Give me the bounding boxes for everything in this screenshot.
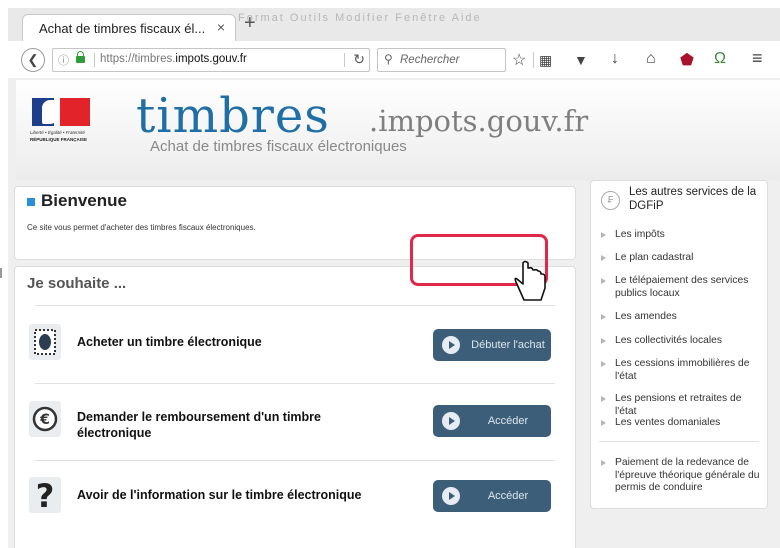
reload-separator [344, 53, 345, 67]
sidebar-link[interactable]: Les amendes [601, 311, 761, 324]
reading-list-icon[interactable]: ▦ [539, 52, 552, 69]
welcome-text: Ce site vous permet d'acheter des timbre… [27, 223, 256, 232]
url-separator [94, 53, 95, 67]
sidebar-link-label: Les ventes domaniales [615, 417, 721, 428]
reload-icon[interactable]: ↻ [353, 51, 365, 68]
new-tab-icon[interactable]: + [244, 12, 256, 35]
svg-text:€: € [39, 412, 50, 428]
row-label: Demander le remboursement d'un timbre él… [77, 410, 322, 440]
tab-close-icon[interactable]: × [217, 19, 225, 35]
row-label: Avoir de l'information sur le timbre éle… [77, 488, 362, 502]
info-access-button[interactable]: Accéder [433, 480, 551, 512]
row-label: Acheter un timbre électronique [77, 335, 262, 349]
wish-heading: Je souhaite ... [27, 275, 127, 292]
button-label: Accéder [487, 415, 529, 427]
question-icon: ? [29, 477, 61, 515]
extension-icon[interactable]: Ω [714, 50, 726, 68]
welcome-title-text: Bienvenue [41, 191, 127, 210]
stamp-icon [29, 324, 61, 360]
search-placeholder: Rechercher [400, 54, 460, 66]
lock-icon[interactable] [76, 51, 85, 63]
sidebar-link-label: Les amendes [615, 311, 677, 322]
sidebar-link[interactable]: Les cessions immobilières de l'état [601, 358, 761, 383]
mouse-pointer-icon [514, 260, 546, 301]
url-prefix: https://timbres. [100, 53, 176, 65]
home-icon[interactable]: ⌂ [646, 50, 656, 68]
button-label: Débuter l'achat [471, 339, 545, 351]
sidebar-link-label: Les pensions et retraites de l'état [615, 393, 742, 417]
ublock-icon[interactable]: ⬟ [680, 50, 694, 70]
flag-motto: Liberté • Égalité • Fraternité [30, 130, 85, 135]
nav-toolbar: ❮ ⓘ https://timbres.impots.gouv.fr ↻ ⚲ R… [8, 41, 780, 79]
search-bar[interactable]: ⚲ Rechercher [377, 48, 506, 72]
menubar-ghost-text: Format Outils Modifier Fenêtre Aide [238, 12, 482, 24]
republique-logo [32, 98, 90, 126]
pocket-icon[interactable]: ▼ [574, 52, 588, 68]
site-banner: Liberté • Égalité • Fraternité RÉPUBLIQU… [16, 80, 780, 181]
start-purchase-button[interactable]: Débuter l'achat [433, 329, 551, 361]
page-content: Liberté • Égalité • Fraternité RÉPUBLIQU… [8, 78, 780, 548]
sidebar-link-label: Les impôts [615, 229, 665, 240]
play-icon [442, 487, 460, 505]
sidebar-link-label: Le plan cadastral [615, 252, 694, 263]
sidebar-link[interactable]: Le télépaiement des services publics loc… [601, 275, 761, 300]
refund-access-button[interactable]: Accéder [433, 405, 551, 437]
sidebar-title: Les autres services de la DGFiP [629, 186, 757, 212]
sidebar-link[interactable]: Paiement de la redevance de l'épreuve th… [601, 457, 761, 495]
url-domain: impots.gouv.fr [175, 53, 247, 65]
sidebar-link[interactable]: Les collectivités locales [601, 335, 761, 348]
sidebar-link-label: Le télépaiement des services publics loc… [615, 275, 749, 299]
bookmark-star-icon[interactable]: ☆ [512, 50, 526, 70]
site-domain: .impots.gouv.fr [369, 104, 589, 138]
search-icon: ⚲ [384, 52, 393, 66]
browser-window: Format Outils Modifier Fenêtre Aide Acha… [0, 0, 780, 548]
url-text[interactable]: https://timbres.impots.gouv.fr [100, 53, 247, 65]
flag-red [60, 98, 90, 126]
sidebar-link-label: Les collectivités locales [615, 335, 723, 346]
play-icon [442, 412, 460, 430]
divider [35, 460, 555, 461]
menu-icon[interactable]: ≡ [752, 48, 763, 69]
sidebar-link[interactable]: Les impôts [601, 229, 761, 242]
welcome-title: Bienvenue [27, 191, 127, 211]
square-bullet-icon [27, 197, 35, 206]
marianne-logo [42, 100, 58, 124]
back-arrow-icon[interactable]: ❮ [21, 48, 45, 72]
franc-coin-icon: ₣ [601, 191, 620, 210]
tab-title: Achat de timbres fiscaux él... [39, 21, 206, 36]
tab-bar: Format Outils Modifier Fenêtre Aide Acha… [8, 8, 780, 42]
sidebar-link[interactable]: Le plan cadastral [601, 252, 761, 265]
sidebar-link[interactable]: Les pensions et retraites de l'état [601, 393, 761, 418]
divider [35, 383, 555, 384]
download-icon[interactable]: ↓ [611, 50, 619, 68]
play-icon [442, 336, 460, 354]
url-bar[interactable]: ⓘ https://timbres.impots.gouv.fr ↻ [52, 48, 370, 72]
sidebar-link-label: Paiement de la redevance de l'épreuve th… [615, 457, 760, 493]
sidebar-panel: ₣ Les autres services de la DGFiP Les im… [590, 180, 768, 509]
toolbar-icons: ☆ ▦ ▼ ↓ ⌂ ⬟ Ω ≡ [512, 48, 780, 72]
sidebar-divider [599, 441, 759, 442]
euro-icon: € [29, 401, 61, 437]
site-subtitle: Achat de timbres fiscaux électroniques [150, 138, 407, 155]
sidebar-link-label: Les cessions immobilières de l'état [615, 358, 750, 382]
browser-tab[interactable]: Achat de timbres fiscaux él... × [22, 14, 236, 42]
flag-republic: RÉPUBLIQUE FRANÇAISE [30, 137, 88, 142]
sidebar-link[interactable]: Les ventes domaniales [601, 417, 761, 430]
divider [35, 305, 555, 306]
window-edge-mark [0, 268, 2, 278]
button-label: Accéder [487, 490, 529, 502]
svg-text:?: ? [36, 477, 55, 513]
site-name: timbres [136, 88, 330, 144]
info-icon[interactable]: ⓘ [58, 52, 69, 68]
wish-panel: Je souhaite ... Acheter un timbre électr… [14, 266, 576, 548]
toolbar-separator [533, 52, 534, 68]
